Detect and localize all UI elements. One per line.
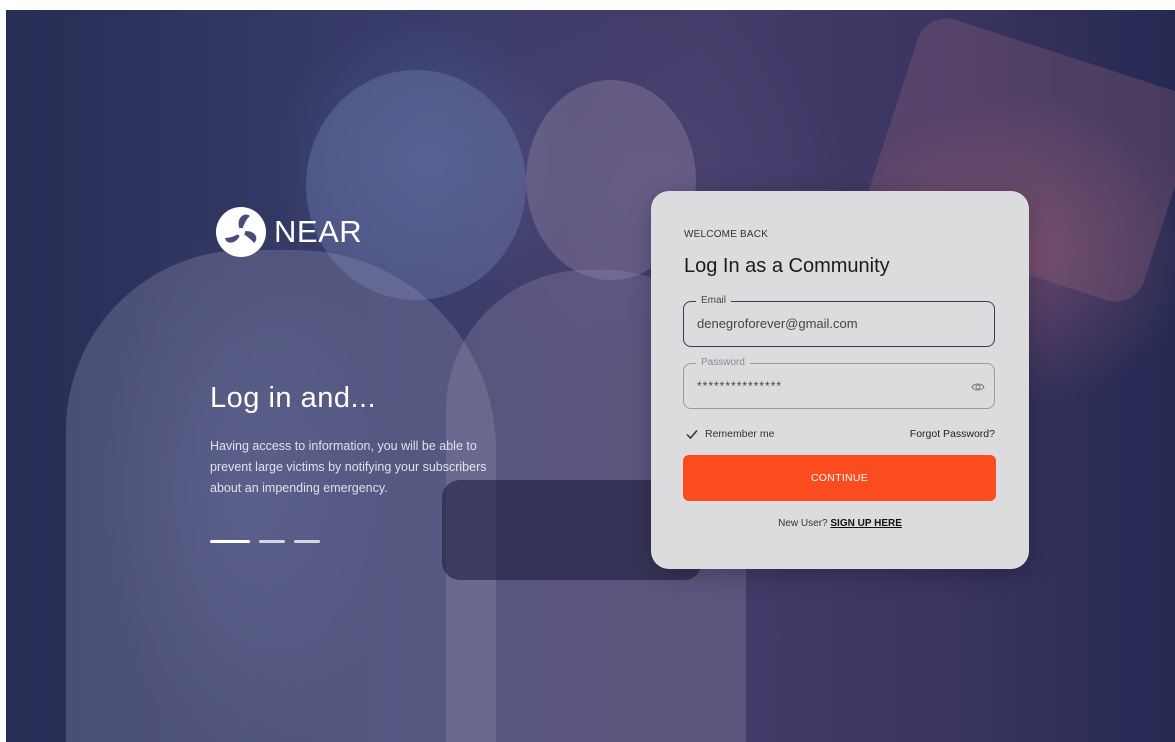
email-field: Email	[683, 294, 995, 347]
brand-name: NEAR	[274, 214, 363, 249]
continue-button[interactable]: CONTINUE	[683, 455, 996, 501]
signup-link[interactable]: SIGN UP HERE	[830, 518, 902, 529]
login-title: Log In as a Community	[684, 255, 890, 277]
brand: NEAR	[214, 205, 362, 259]
slide-indicator-2[interactable]	[259, 540, 285, 543]
slide-indicator-3[interactable]	[294, 540, 320, 543]
forgot-password-link[interactable]: Forgot Password?	[910, 428, 995, 440]
new-user-prefix: New User?	[778, 518, 828, 529]
remember-me-checkbox[interactable]: Remember me	[685, 427, 774, 441]
near-logo-icon	[216, 207, 266, 257]
slide-indicator-1[interactable]	[210, 540, 250, 543]
remember-me-label: Remember me	[705, 428, 775, 440]
login-card: WELCOME BACK Log In as a Community Email…	[651, 191, 1029, 569]
eye-icon[interactable]	[971, 380, 985, 394]
password-input[interactable]	[697, 379, 967, 393]
hero-title: Log in and...	[210, 382, 377, 414]
password-field: Password	[683, 356, 995, 409]
email-input[interactable]	[697, 316, 967, 331]
hero-description: Having access to information, you will b…	[210, 439, 487, 495]
checkmark-icon	[685, 427, 699, 441]
signup-row: New User? SIGN UP HERE	[651, 518, 1029, 529]
email-label: Email	[696, 294, 732, 308]
password-label: Password	[696, 356, 750, 370]
welcome-eyebrow: WELCOME BACK	[684, 229, 769, 240]
slide-indicator	[210, 540, 320, 543]
